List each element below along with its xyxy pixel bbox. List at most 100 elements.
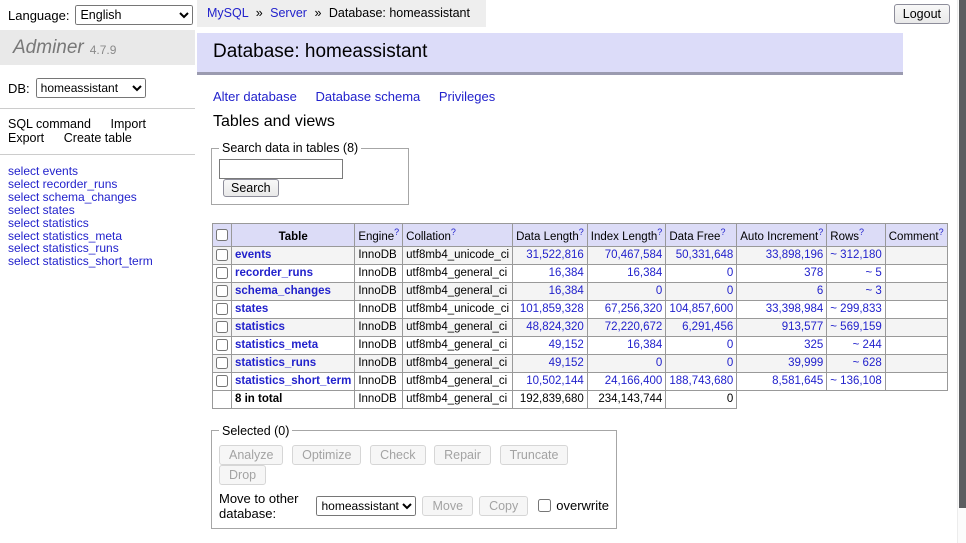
select-all-checkbox[interactable] — [216, 229, 228, 241]
row-checkbox[interactable] — [216, 375, 228, 387]
row-checkbox[interactable] — [216, 249, 228, 261]
index-length-link[interactable]: 24,166,400 — [605, 375, 663, 387]
data-free-link[interactable]: 0 — [727, 339, 733, 351]
drop-button[interactable]: Drop — [219, 465, 266, 485]
index-length-link[interactable]: 16,384 — [627, 339, 662, 351]
auto-increment-link[interactable]: 913,577 — [782, 321, 824, 333]
help-link[interactable]: ? — [939, 227, 944, 237]
database-schema-link[interactable]: Database schema — [315, 89, 420, 104]
sidebar-link-import[interactable]: Import — [111, 117, 146, 131]
sidebar-select-statistics-meta[interactable]: select statistics_meta — [8, 229, 122, 243]
data-free-link[interactable]: 0 — [727, 267, 733, 279]
data-length-link[interactable]: 16,384 — [549, 267, 584, 279]
index-length-link[interactable]: 16,384 — [627, 267, 662, 279]
index-length-link[interactable]: 67,256,320 — [605, 303, 663, 315]
logout-button[interactable]: Logout — [894, 4, 950, 24]
rows-count-link[interactable]: ~ 628 — [853, 357, 882, 369]
sidebar-select-statistics[interactable]: select statistics — [8, 216, 89, 230]
auto-increment-link[interactable]: 33,398,984 — [766, 303, 824, 315]
sidebar: DB: homeassistant SQL command Import Exp… — [0, 65, 195, 268]
sidebar-select-states[interactable]: select states — [8, 203, 75, 217]
alter-database-link[interactable]: Alter database — [213, 89, 297, 104]
rows-count-link[interactable]: ~ 244 — [853, 339, 882, 351]
sidebar-link-create-table[interactable]: Create table — [64, 131, 132, 145]
table-name-link[interactable]: recorder_runs — [235, 267, 313, 279]
auto-increment-link[interactable]: 8,581,645 — [772, 375, 823, 387]
rows-count-link[interactable]: ~ 136,108 — [830, 375, 881, 387]
data-free-link[interactable]: 6,291,456 — [682, 321, 733, 333]
index-length-link[interactable]: 70,467,584 — [605, 249, 663, 261]
data-free-link[interactable]: 0 — [727, 357, 733, 369]
breadcrumb-server-link[interactable]: Server — [270, 6, 307, 20]
rows-count-link[interactable]: ~ 312,180 — [830, 249, 881, 261]
table-name-link[interactable]: statistics — [235, 321, 285, 333]
row-checkbox[interactable] — [216, 303, 228, 315]
rows-count-link[interactable]: ~ 3 — [865, 285, 881, 297]
data-free-link[interactable]: 104,857,600 — [669, 303, 733, 315]
breadcrumb-mysql-link[interactable]: MySQL — [207, 6, 248, 20]
rows-count-link[interactable]: ~ 299,833 — [830, 303, 881, 315]
auto-increment-link[interactable]: 6 — [817, 285, 823, 297]
table-name-link[interactable]: schema_changes — [235, 285, 331, 297]
check-button[interactable]: Check — [370, 445, 425, 465]
help-link[interactable]: ? — [451, 227, 456, 237]
app-version: 4.7.9 — [90, 43, 117, 57]
help-link[interactable]: ? — [720, 227, 725, 237]
move-button[interactable]: Move — [422, 496, 473, 516]
help-link[interactable]: ? — [859, 227, 864, 237]
table-name-link[interactable]: states — [235, 303, 268, 315]
row-checkbox[interactable] — [216, 357, 228, 369]
help-link[interactable]: ? — [579, 227, 584, 237]
data-length-link[interactable]: 31,522,816 — [526, 249, 584, 261]
search-input[interactable] — [219, 159, 343, 179]
auto-increment-link[interactable]: 33,898,196 — [766, 249, 824, 261]
auto-increment-link[interactable]: 39,999 — [788, 357, 823, 369]
auto-increment-link[interactable]: 325 — [804, 339, 823, 351]
rows-count-link[interactable]: ~ 5 — [865, 267, 881, 279]
overwrite-checkbox[interactable] — [538, 499, 551, 512]
db-select[interactable]: homeassistant — [36, 78, 146, 98]
data-free-link[interactable]: 0 — [727, 285, 733, 297]
row-checkbox[interactable] — [216, 267, 228, 279]
sidebar-select-schema-changes[interactable]: select schema_changes — [8, 190, 137, 204]
move-database-select[interactable]: homeassistant — [316, 496, 416, 516]
index-length-link[interactable]: 0 — [656, 357, 662, 369]
truncate-button[interactable]: Truncate — [500, 445, 569, 465]
analyze-button[interactable]: Analyze — [219, 445, 283, 465]
sidebar-link-export[interactable]: Export — [8, 131, 44, 145]
index-length-link[interactable]: 0 — [656, 285, 662, 297]
data-length-link[interactable]: 49,152 — [549, 357, 584, 369]
data-length-link[interactable]: 101,859,328 — [520, 303, 584, 315]
help-link[interactable]: ? — [394, 227, 399, 237]
search-button[interactable]: Search — [223, 179, 279, 197]
data-free-link[interactable]: 188,743,680 — [669, 375, 733, 387]
table-name-link[interactable]: statistics_meta — [235, 339, 318, 351]
sidebar-select-statistics-runs[interactable]: select statistics_runs — [8, 241, 119, 255]
row-checkbox[interactable] — [216, 321, 228, 333]
rows-count-link[interactable]: ~ 569,159 — [830, 321, 881, 333]
repair-button[interactable]: Repair — [434, 445, 491, 465]
privileges-link[interactable]: Privileges — [439, 89, 495, 104]
data-length-link[interactable]: 10,502,144 — [526, 375, 584, 387]
sidebar-select-events[interactable]: select events — [8, 164, 78, 178]
data-length-link[interactable]: 16,384 — [549, 285, 584, 297]
row-checkbox[interactable] — [216, 339, 228, 351]
scrollbar-thumb[interactable] — [959, 0, 966, 508]
data-free-link[interactable]: 50,331,648 — [676, 249, 734, 261]
language-select[interactable]: English — [75, 5, 193, 25]
help-link[interactable]: ? — [657, 227, 662, 237]
table-name-link[interactable]: events — [235, 249, 271, 261]
copy-button[interactable]: Copy — [479, 496, 528, 516]
sidebar-select-statistics-short-term[interactable]: select statistics_short_term — [8, 254, 153, 268]
help-link[interactable]: ? — [818, 227, 823, 237]
data-length-link[interactable]: 49,152 — [549, 339, 584, 351]
table-name-link[interactable]: statistics_short_term — [235, 375, 351, 387]
row-checkbox[interactable] — [216, 285, 228, 297]
data-length-link[interactable]: 48,824,320 — [526, 321, 584, 333]
index-length-link[interactable]: 72,220,672 — [605, 321, 663, 333]
table-name-link[interactable]: statistics_runs — [235, 357, 316, 369]
auto-increment-link[interactable]: 378 — [804, 267, 823, 279]
optimize-button[interactable]: Optimize — [292, 445, 361, 465]
sidebar-link-sql-command[interactable]: SQL command — [8, 117, 91, 131]
sidebar-select-recorder-runs[interactable]: select recorder_runs — [8, 177, 117, 191]
